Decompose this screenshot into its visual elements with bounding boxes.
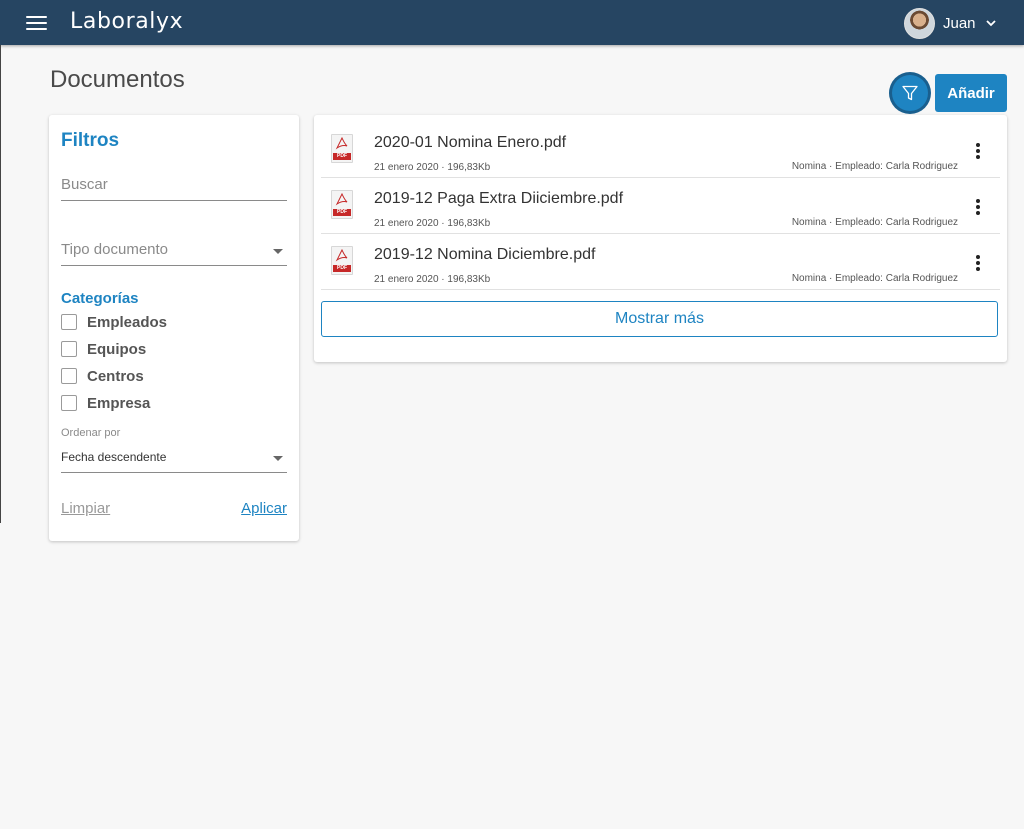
sort-label: Ordenar por	[61, 427, 121, 439]
document-name[interactable]: 2020-01 Nomina Enero.pdf	[374, 134, 566, 152]
caret-down-icon	[273, 249, 283, 254]
document-name[interactable]: 2019-12 Nomina Diciembre.pdf	[374, 246, 595, 264]
left-divider	[0, 45, 1, 523]
pdf-file-icon: PDF	[331, 246, 353, 275]
category-label: Equipos	[87, 340, 147, 358]
category-label: Centros	[87, 367, 144, 385]
search-input[interactable]: Buscar	[61, 176, 287, 201]
clear-filters-link[interactable]: Limpiar	[61, 500, 110, 517]
filters-panel: Filtros Buscar Tipo documento Categorías…	[49, 115, 299, 541]
page-title: Documentos	[50, 66, 185, 93]
document-type-placeholder: Tipo documento	[61, 241, 169, 258]
filter-icon	[902, 85, 918, 101]
checkbox[interactable]	[61, 314, 77, 330]
more-vertical-icon[interactable]	[976, 199, 980, 215]
category-label: Empresa	[87, 394, 151, 412]
category-checkbox-equipos[interactable]: Equipos	[61, 340, 146, 358]
document-tags: Nomina · Empleado: Carla Rodriguez	[791, 161, 958, 172]
checkbox[interactable]	[61, 341, 77, 357]
document-tags: Nomina · Empleado: Carla Rodriguez	[791, 273, 958, 284]
document-row[interactable]: PDF 2019-12 Nomina Diciembre.pdf 21 ener…	[321, 233, 1000, 290]
show-more-button[interactable]: Mostrar más	[321, 301, 998, 337]
avatar	[904, 7, 935, 39]
categories-title: Categorías	[61, 290, 139, 307]
category-checkbox-empresa[interactable]: Empresa	[61, 394, 150, 412]
document-meta: 21 enero 2020 · 196,83Kb	[374, 218, 491, 229]
sort-select[interactable]: Fecha descendente	[61, 448, 287, 473]
checkbox[interactable]	[61, 368, 77, 384]
apply-filters-link[interactable]: Aplicar	[241, 500, 287, 517]
menu-icon[interactable]	[26, 16, 47, 31]
add-button[interactable]: Añadir	[935, 74, 1007, 112]
checkbox[interactable]	[61, 395, 77, 411]
category-checkbox-empleados[interactable]: Empleados	[61, 313, 167, 331]
category-checkbox-centros[interactable]: Centros	[61, 367, 144, 385]
document-row[interactable]: PDF 2019-12 Paga Extra Diiciembre.pdf 21…	[321, 177, 1000, 234]
user-menu[interactable]: Juan	[904, 7, 996, 39]
document-meta: 21 enero 2020 · 196,83Kb	[374, 274, 491, 285]
pdf-file-icon: PDF	[331, 190, 353, 219]
document-type-select[interactable]: Tipo documento	[61, 241, 287, 266]
chevron-down-icon	[985, 19, 996, 26]
filter-toggle-button[interactable]	[892, 75, 928, 111]
category-label: Empleados	[87, 313, 168, 331]
search-placeholder: Buscar	[61, 176, 108, 193]
pdf-file-icon: PDF	[331, 134, 353, 163]
document-tags: Nomina · Empleado: Carla Rodriguez	[791, 217, 958, 228]
document-row[interactable]: PDF 2020-01 Nomina Enero.pdf 21 enero 20…	[321, 121, 1000, 178]
user-name: Juan	[943, 14, 976, 32]
sort-value: Fecha descendente	[61, 450, 167, 464]
documents-panel: PDF 2020-01 Nomina Enero.pdf 21 enero 20…	[314, 115, 1007, 362]
filters-title: Filtros	[61, 130, 120, 151]
document-meta: 21 enero 2020 · 196,83Kb	[374, 162, 491, 173]
more-vertical-icon[interactable]	[976, 143, 980, 159]
caret-down-icon	[273, 456, 283, 461]
top-bar: Laboralyx Juan	[0, 0, 1024, 45]
app-logo: Laboralyx	[70, 9, 184, 34]
document-name[interactable]: 2019-12 Paga Extra Diiciembre.pdf	[374, 190, 623, 208]
more-vertical-icon[interactable]	[976, 255, 980, 271]
